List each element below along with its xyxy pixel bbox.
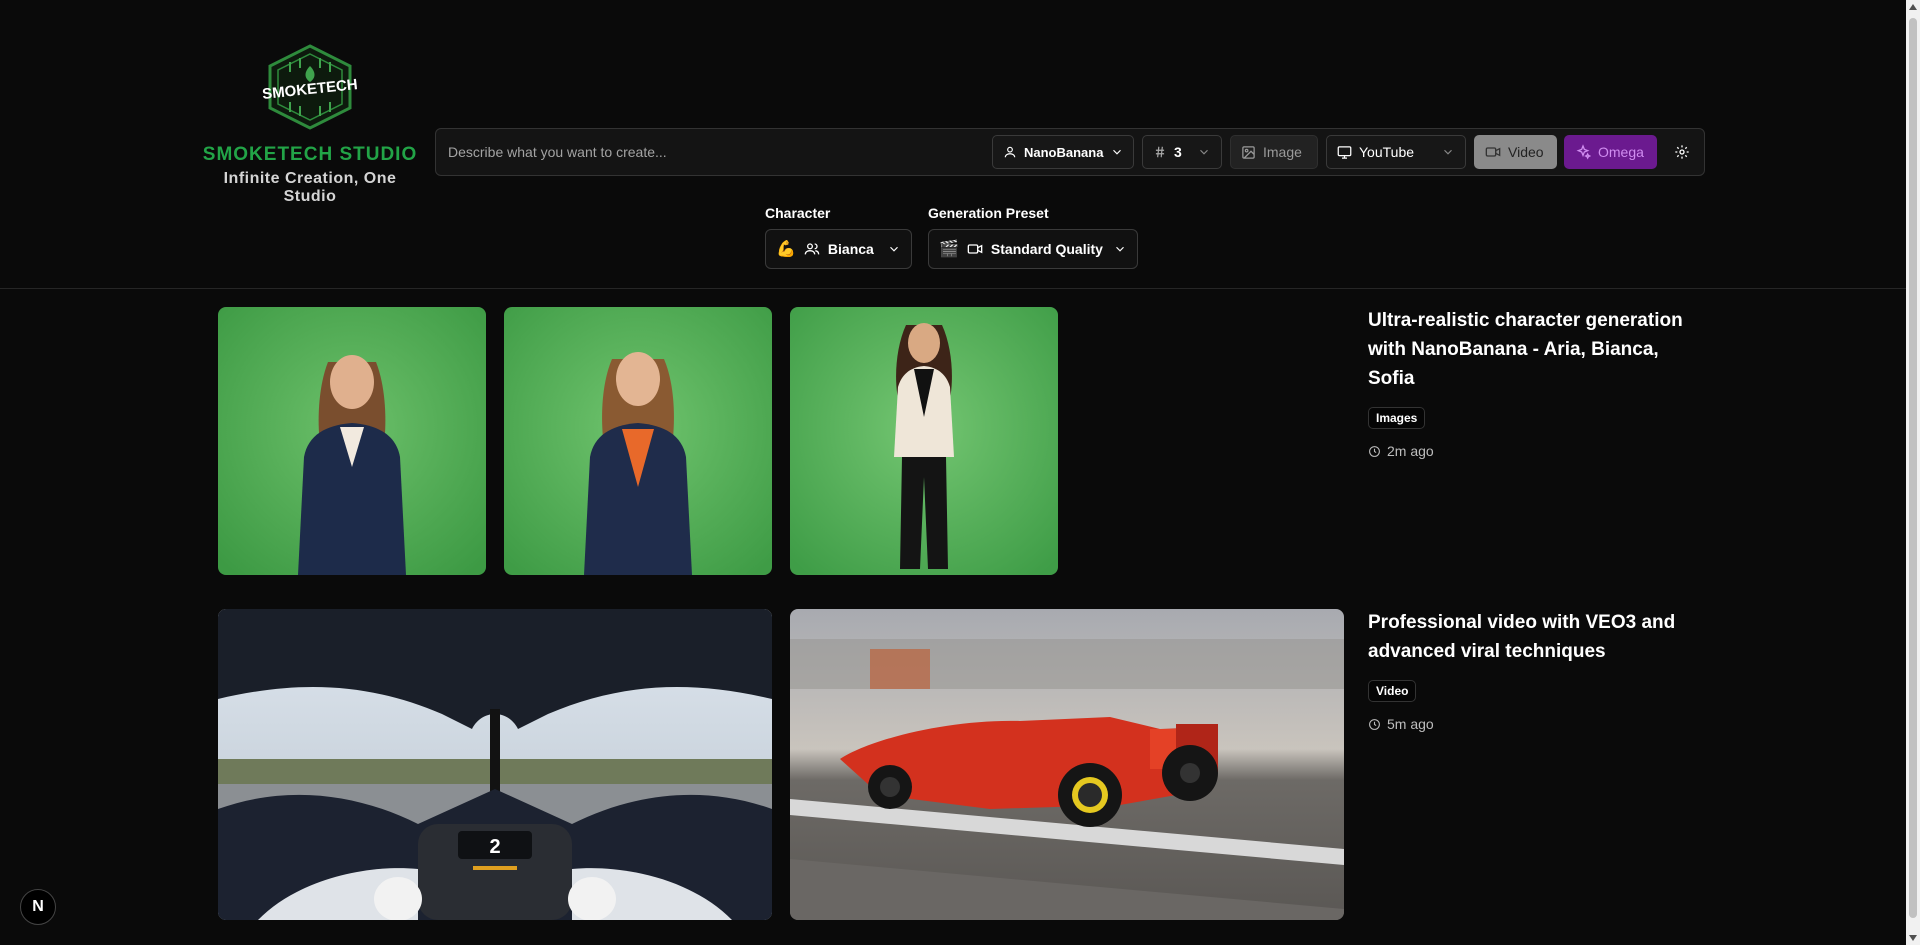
feed-item-info: Ultra-realistic character generation wit… (1368, 306, 1698, 459)
character-image-1[interactable] (218, 307, 486, 575)
video-thumbnail-cockpit[interactable]: 2 (218, 609, 772, 920)
count-select[interactable]: 3 (1142, 135, 1222, 169)
scroll-down-arrow-icon[interactable] (1909, 935, 1917, 941)
scroll-up-arrow-icon[interactable] (1909, 4, 1917, 10)
brand-tagline: Infinite Creation, One Studio (223, 170, 397, 205)
flexed-biceps-icon: 💪 (776, 241, 796, 258)
scrollbar-thumb[interactable] (1909, 18, 1917, 918)
gear-icon (1675, 145, 1689, 159)
type-badge: Video (1368, 680, 1417, 702)
image-label: Image (1263, 144, 1302, 160)
users-icon (804, 243, 820, 255)
character-image-3[interactable] (790, 307, 1058, 575)
chevron-down-icon (1116, 246, 1124, 252)
chevron-down-icon (1200, 149, 1208, 155)
header: SMOKETECH SMOKETECH STUDIO Infinite Crea… (0, 0, 1906, 289)
character-selector: Character 💪 Bianca (765, 205, 912, 269)
timestamp: 2m ago (1368, 443, 1698, 459)
monitor-icon (1337, 145, 1352, 159)
prompt-bar: NanoBanana 3 Image YouTube Video Omega (435, 128, 1705, 176)
brand-name: SMOKETECH STUDIO (202, 144, 418, 165)
nextjs-dev-badge[interactable]: N (20, 889, 56, 925)
preset-selector: Generation Preset 🎬 Standard Quality (928, 205, 1138, 269)
timestamp: 5m ago (1368, 716, 1698, 732)
character-label: Character (765, 205, 831, 221)
user-icon (1004, 146, 1016, 158)
video-camera-icon (1485, 147, 1501, 157)
video-label: Video (1508, 144, 1544, 160)
clock-icon (1369, 718, 1380, 730)
model-label: NanoBanana (1024, 144, 1104, 160)
sparkles-icon (1576, 144, 1591, 160)
brand: SMOKETECH SMOKETECH STUDIO Infinite Crea… (196, 44, 424, 206)
omega-label: Omega (1598, 144, 1644, 160)
platform-select[interactable]: YouTube (1326, 135, 1466, 169)
video-thumbnail-racecar[interactable] (790, 609, 1344, 920)
image-icon (1242, 145, 1255, 159)
scrollbar[interactable] (1906, 0, 1920, 945)
character-value: Bianca (827, 241, 874, 257)
svg-text:2: 2 (489, 836, 500, 858)
preset-select[interactable]: 🎬 Standard Quality (928, 229, 1138, 269)
feed-item-title: Professional video with VEO3 and advance… (1368, 612, 1676, 662)
chevron-down-icon (1113, 149, 1122, 155)
preset-value: Standard Quality (990, 241, 1103, 257)
model-select[interactable]: NanoBanana (992, 135, 1134, 169)
count-value: 3 (1174, 144, 1182, 160)
preset-label: Generation Preset (928, 205, 1049, 221)
image-mode-button[interactable]: Image (1230, 135, 1318, 169)
video-mode-button[interactable]: Video (1474, 135, 1557, 169)
type-badge: Images (1368, 407, 1426, 429)
clapper-board-icon: 🎬 (939, 241, 959, 258)
timestamp-text: 2m ago (1387, 443, 1434, 459)
prompt-input[interactable] (448, 137, 988, 167)
video-camera-icon (967, 244, 983, 254)
timestamp-text: 5m ago (1387, 716, 1434, 732)
clock-icon (1369, 445, 1380, 457)
smoketech-logo: SMOKETECH (261, 44, 358, 130)
feed-item-title: Ultra-realistic character generation wit… (1368, 310, 1683, 389)
feed-item-info: Professional video with VEO3 and advance… (1368, 608, 1698, 732)
omega-button[interactable]: Omega (1564, 135, 1657, 169)
platform-label: YouTube (1359, 144, 1415, 160)
chevron-down-icon (1444, 149, 1452, 155)
character-image-2[interactable] (504, 307, 772, 575)
settings-button[interactable] (1666, 135, 1700, 169)
hash-icon (1155, 146, 1165, 158)
character-select[interactable]: 💪 Bianca (765, 229, 912, 269)
chevron-down-icon (890, 246, 898, 252)
